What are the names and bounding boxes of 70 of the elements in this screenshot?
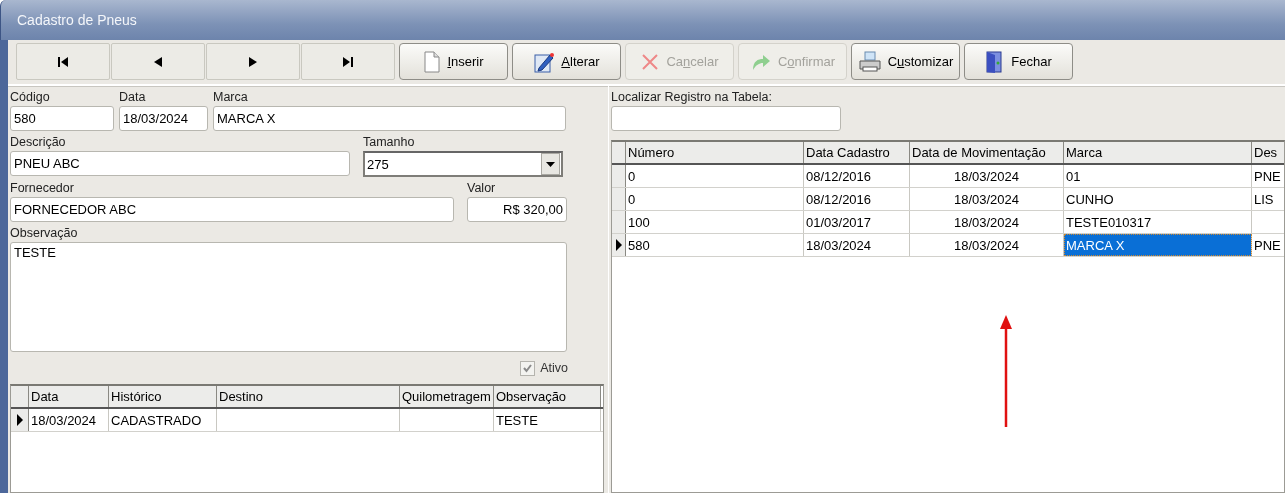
first-record-button[interactable] <box>16 43 110 80</box>
column-header[interactable]: Destino <box>217 386 400 407</box>
last-record-button[interactable] <box>301 43 395 80</box>
column-header[interactable]: Número <box>626 142 804 163</box>
table-cell: 18/03/2024 <box>910 165 1064 187</box>
skip-icon <box>342 56 354 67</box>
table-cell: 580 <box>626 234 804 256</box>
value-field[interactable]: R$ 320,00 <box>467 197 567 222</box>
table-cell: 18/03/2024 <box>910 211 1064 233</box>
table-cell: 01 <box>1064 165 1252 187</box>
header-corner <box>11 386 29 407</box>
table-cell: MARCA X <box>1064 234 1252 256</box>
column-header[interactable]: Histórico <box>109 386 217 407</box>
table-cell: CADASTRADO <box>109 409 217 431</box>
column-header[interactable]: Marca <box>1064 142 1252 163</box>
printer-icon <box>857 50 882 73</box>
column-header[interactable]: Data de Movimentação <box>910 142 1064 163</box>
table-cell: LIS <box>1252 188 1284 210</box>
field-label: Valor <box>467 181 497 197</box>
window-title: Cadastro de Pneus <box>17 12 137 28</box>
edit-button[interactable]: Alterar <box>512 43 621 80</box>
date-field[interactable]: 18/03/2024 <box>119 106 208 131</box>
table-cell: 18/03/2024 <box>804 234 910 256</box>
table-cell: 18/03/2024 <box>910 188 1064 210</box>
dropdown-arrow-icon <box>546 161 555 167</box>
header-corner <box>612 142 626 163</box>
skip-icon <box>57 56 69 67</box>
table-cell: 100 <box>626 211 804 233</box>
triangle-icon <box>152 56 164 67</box>
description-field[interactable]: PNEU ABC <box>10 151 350 176</box>
checkbox-label: Ativo <box>540 361 568 375</box>
field-label: Marca <box>213 90 249 106</box>
close-icon <box>640 51 661 72</box>
column-header[interactable]: Data <box>29 386 109 407</box>
table-cell: 01/03/2017 <box>804 211 910 233</box>
supplier-field[interactable]: FORNECEDOR ABC <box>10 197 454 222</box>
triangle-icon <box>247 56 259 67</box>
document-icon <box>423 50 442 73</box>
field-label: Descrição <box>10 135 67 151</box>
insert-button[interactable]: Inserir <box>399 43 508 80</box>
notes-field[interactable]: TESTE <box>10 242 567 352</box>
customize-button[interactable]: Customizar <box>851 43 960 80</box>
table-cell: PNE <box>1252 234 1284 256</box>
table-cell: CUNHO <box>1064 188 1252 210</box>
field-label: Fornecedor <box>10 181 75 197</box>
field-label: Código <box>10 90 51 106</box>
close-button[interactable]: Fechar <box>964 43 1073 80</box>
table-cell: 08/12/2016 <box>804 188 910 210</box>
table-cell: 08/12/2016 <box>804 165 910 187</box>
column-header[interactable]: Quilometragem <box>400 386 494 407</box>
column-header[interactable]: Data Cadastro <box>804 142 910 163</box>
brand-field[interactable]: MARCA X <box>213 106 566 131</box>
field-label: Tamanho <box>363 135 416 151</box>
previous-record-button[interactable] <box>111 43 205 80</box>
size-dropdown[interactable]: 275 <box>363 151 563 177</box>
pencil-document-icon <box>533 50 556 73</box>
table-cell: 0 <box>626 188 804 210</box>
field-label: Observação <box>10 226 79 242</box>
search-field[interactable] <box>611 106 841 131</box>
field-label: Data <box>119 90 147 106</box>
table-cell: 0 <box>626 165 804 187</box>
column-header[interactable]: Observação <box>494 386 601 407</box>
table-cell: PNE <box>1252 165 1284 187</box>
next-record-button[interactable] <box>206 43 300 80</box>
column-header[interactable]: Des <box>1252 142 1284 163</box>
code-field[interactable]: 580 <box>10 106 114 131</box>
search-label: Localizar Registro na Tabela: <box>611 90 773 106</box>
table-cell: 18/03/2024 <box>29 409 109 431</box>
table-cell: TESTE010317 <box>1064 211 1252 233</box>
table-cell: TESTE <box>494 409 601 431</box>
